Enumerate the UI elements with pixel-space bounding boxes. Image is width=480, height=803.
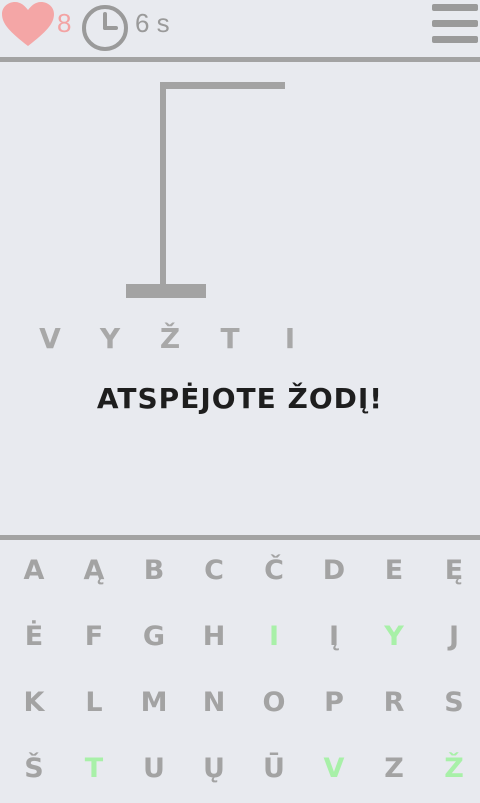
key-D[interactable]: D — [306, 543, 362, 599]
key-J[interactable]: J — [426, 609, 480, 665]
key-A[interactable]: A — [6, 543, 62, 599]
gallows-drawing — [126, 82, 285, 298]
key-U[interactable]: U — [126, 741, 182, 797]
win-message: ATSPĖJOTE ŽODĮ! — [96, 382, 384, 415]
key-E[interactable]: E — [366, 543, 422, 599]
key-Į[interactable]: Į — [306, 609, 362, 665]
key-T[interactable]: T — [66, 741, 122, 797]
key-S[interactable]: S — [426, 675, 480, 731]
key-B[interactable]: B — [126, 543, 182, 599]
key-M[interactable]: M — [126, 675, 182, 731]
letter-keyboard: AĄBCČDEĘ ĖFGHIĮYJ KLMNOPRS ŠTUŲŪVZŽ — [0, 540, 480, 803]
word-letter: Y — [99, 322, 121, 355]
word-letter: V — [39, 322, 61, 355]
top-divider — [0, 57, 480, 62]
key-G[interactable]: G — [126, 609, 182, 665]
key-F[interactable]: F — [66, 609, 122, 665]
key-Š[interactable]: Š — [6, 741, 62, 797]
key-Ę[interactable]: Ę — [426, 543, 480, 599]
timer-value: 6 s — [135, 8, 170, 38]
hamburger-menu-icon[interactable] — [432, 4, 478, 44]
key-Ų[interactable]: Ų — [186, 741, 242, 797]
word-letter: T — [220, 322, 240, 355]
gallows-post — [160, 82, 166, 284]
key-Ą[interactable]: Ą — [66, 543, 122, 599]
key-Č[interactable]: Č — [246, 543, 302, 599]
key-H[interactable]: H — [186, 609, 242, 665]
key-P[interactable]: P — [306, 675, 362, 731]
key-Ž[interactable]: Ž — [426, 741, 480, 797]
word-letter: Ž — [159, 322, 181, 355]
key-O[interactable]: O — [246, 675, 302, 731]
word-letter: I — [284, 322, 296, 355]
gallows-beam — [160, 82, 285, 89]
heart-icon — [2, 2, 54, 46]
gallows-base — [126, 284, 206, 298]
key-Ū[interactable]: Ū — [246, 741, 302, 797]
key-I[interactable]: I — [246, 609, 302, 665]
word-display: VYŽTI — [20, 322, 320, 362]
key-L[interactable]: L — [66, 675, 122, 731]
key-C[interactable]: C — [186, 543, 242, 599]
key-Y[interactable]: Y — [366, 609, 422, 665]
key-K[interactable]: K — [6, 675, 62, 731]
key-N[interactable]: N — [186, 675, 242, 731]
key-Z[interactable]: Z — [366, 741, 422, 797]
clock-icon — [82, 5, 128, 51]
key-Ė[interactable]: Ė — [6, 609, 62, 665]
top-bar: 8 6 s — [0, 0, 480, 58]
key-V[interactable]: V — [306, 741, 362, 797]
lives-count: 8 — [57, 8, 72, 38]
key-R[interactable]: R — [366, 675, 422, 731]
